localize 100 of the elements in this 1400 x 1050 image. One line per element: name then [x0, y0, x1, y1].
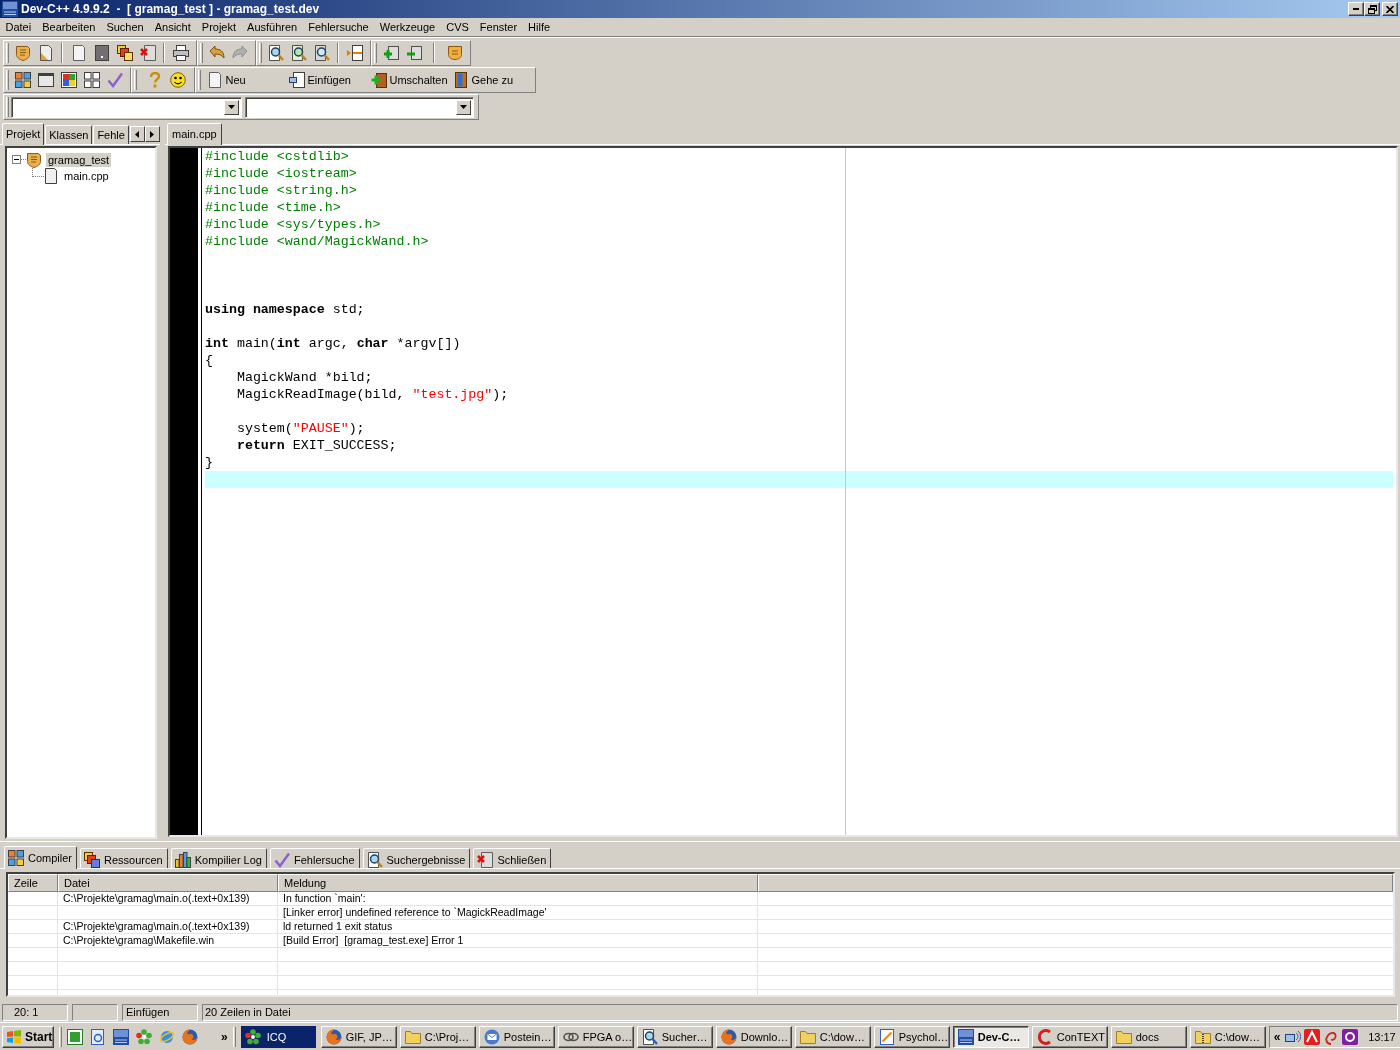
minimize-button[interactable]	[1348, 2, 1364, 16]
table-cell: ld returned 1 exit status	[283, 920, 393, 932]
dropdown-field[interactable]	[11, 96, 242, 118]
network-icon[interactable]	[1285, 1028, 1302, 1045]
search-icon[interactable]	[313, 45, 330, 61]
menu-item[interactable]: Ansicht	[149, 19, 197, 35]
color-grid-window-icon[interactable]	[60, 72, 77, 88]
shield-lines-icon[interactable]	[446, 45, 463, 61]
dropdown-field[interactable]	[245, 96, 474, 118]
search-icon[interactable]	[267, 45, 284, 61]
arrow-line-page-icon[interactable]	[346, 45, 363, 61]
menu-item[interactable]: Fenster	[474, 19, 523, 35]
tree-item[interactable]: gramag_test	[46, 152, 112, 167]
task-button[interactable]: FPGA o…	[557, 1025, 634, 1048]
collapse-icon[interactable]	[12, 155, 21, 164]
window-icon[interactable]	[37, 72, 54, 88]
code-line: #include <iostream>	[205, 166, 357, 181]
column-header[interactable]: Zeile	[8, 874, 58, 892]
page-cross-icon[interactable]	[139, 45, 156, 61]
folded-page-icon[interactable]	[37, 45, 54, 61]
column-header[interactable]: Meldung	[278, 874, 758, 892]
task-button[interactable]: Dev-C…	[952, 1025, 1029, 1048]
code-line: MagickWand *bild;	[235, 370, 373, 385]
stacked-windows-icon[interactable]	[116, 45, 133, 61]
panel-tab[interactable]: Projekt	[2, 123, 45, 145]
page-plus-icon[interactable]	[382, 45, 399, 61]
task-button[interactable]: docs	[1110, 1025, 1187, 1048]
table-cell: C:\Projekte\gramag\main.o(.text+0x139)	[63, 892, 250, 904]
minimize-icon	[1353, 8, 1359, 10]
menu-item[interactable]: Fehlersuche	[302, 19, 375, 35]
book-icon	[452, 72, 469, 88]
toggle-bookmark-button[interactable]: Umschalten	[366, 69, 449, 91]
smiley-icon[interactable]	[170, 72, 186, 88]
shield-document-icon	[26, 151, 42, 168]
task-button[interactable]: Sucher…	[636, 1025, 713, 1048]
output-tab[interactable]: Suchergebnisse	[362, 848, 471, 868]
task-button[interactable]: GIF, JP…	[320, 1025, 397, 1048]
code-editor[interactable]	[168, 146, 1398, 837]
output-tab[interactable]: Compiler	[4, 846, 77, 869]
column-header[interactable]: Datei	[58, 874, 278, 892]
print-icon[interactable]	[172, 45, 189, 61]
menu-item[interactable]: CVS	[440, 19, 475, 35]
start-button[interactable]: Start	[2, 1025, 54, 1048]
grid-outline-icon[interactable]	[83, 72, 100, 88]
goto-bookmark-button[interactable]: Gehe zu	[448, 69, 531, 91]
tree-item[interactable]: main.cpp	[62, 168, 111, 184]
app-tile-icon[interactable]	[67, 1028, 83, 1045]
task-button[interactable]: Psychol…	[873, 1025, 950, 1048]
page-minus-icon[interactable]	[405, 45, 422, 61]
menu-item[interactable]: Ausführen	[241, 19, 303, 35]
panel-tab[interactable]: Fehle	[93, 125, 129, 144]
app-icon[interactable]	[113, 1028, 129, 1045]
checkmark-icon	[274, 851, 290, 868]
file-tab[interactable]: main.cpp	[167, 123, 222, 145]
table-cell: In function `main':	[283, 892, 366, 904]
search-icon[interactable]	[290, 45, 307, 61]
task-button[interactable]: Postein…	[478, 1025, 555, 1048]
new-file-button[interactable]: Neu	[202, 69, 285, 91]
ring-tile-icon[interactable]	[1342, 1028, 1359, 1045]
grid-icon[interactable]	[14, 72, 31, 88]
menu-item[interactable]: Werkzeuge	[374, 19, 441, 35]
undo-icon[interactable]	[208, 45, 225, 61]
output-tab[interactable]: Ressourcen	[80, 848, 168, 868]
code-line: int main(int argc, char *argv[])	[205, 336, 461, 351]
deskband-button[interactable]: ICQ	[240, 1025, 316, 1048]
shield-document-icon[interactable]	[14, 45, 31, 61]
dropdown-button[interactable]	[224, 99, 239, 115]
task-button[interactable]: ConTEXT	[1031, 1025, 1108, 1048]
dropdown-button[interactable]	[456, 99, 471, 115]
more-chevron[interactable]: «	[1273, 1029, 1281, 1044]
restore-button[interactable]	[1364, 2, 1380, 16]
menu-item[interactable]: Bearbeiten	[36, 19, 101, 35]
table-cell: [Build Error] [gramag_test.exe] Error 1	[283, 934, 464, 946]
blank-page-icon[interactable]	[70, 45, 87, 61]
task-button[interactable]: C:\dow…	[1189, 1025, 1266, 1048]
folder-icon	[799, 1028, 816, 1045]
menu-item[interactable]: Suchen	[100, 19, 150, 35]
flower-icon[interactable]	[136, 1028, 152, 1045]
code-line: #include <wand/MagickWand.h>	[205, 234, 429, 249]
left-arrow-icon	[135, 130, 140, 138]
line-count: 20 Zeilen in Datei	[202, 1004, 1398, 1021]
more-chevron[interactable]: »	[221, 1029, 228, 1044]
scroll-left-button[interactable]	[129, 126, 145, 142]
empty-status-panel	[72, 1004, 118, 1021]
output-tab[interactable]: Schließen	[473, 848, 552, 868]
chevron-tile-icon[interactable]	[1304, 1028, 1321, 1045]
browser-icon[interactable]	[182, 1028, 198, 1045]
output-tab[interactable]: Fehlersuche	[270, 848, 360, 868]
menu-item[interactable]: Datei	[0, 19, 37, 35]
checkmark-icon[interactable]	[106, 72, 123, 88]
menu-item[interactable]: Projekt	[196, 19, 242, 35]
insert-button[interactable]: Einfügen	[284, 69, 367, 91]
task-button[interactable]: Downlo…	[715, 1025, 792, 1048]
task-button[interactable]: C:\dow…	[794, 1025, 871, 1048]
panel-tab[interactable]: Klassen	[45, 125, 93, 144]
close-button[interactable]	[1382, 2, 1398, 16]
task-button[interactable]: C:\Proj…	[399, 1025, 476, 1048]
flower-icon	[244, 1028, 261, 1045]
menu-item[interactable]: Hilfe	[522, 19, 556, 35]
output-tab[interactable]: Kompilier Log	[170, 848, 267, 868]
